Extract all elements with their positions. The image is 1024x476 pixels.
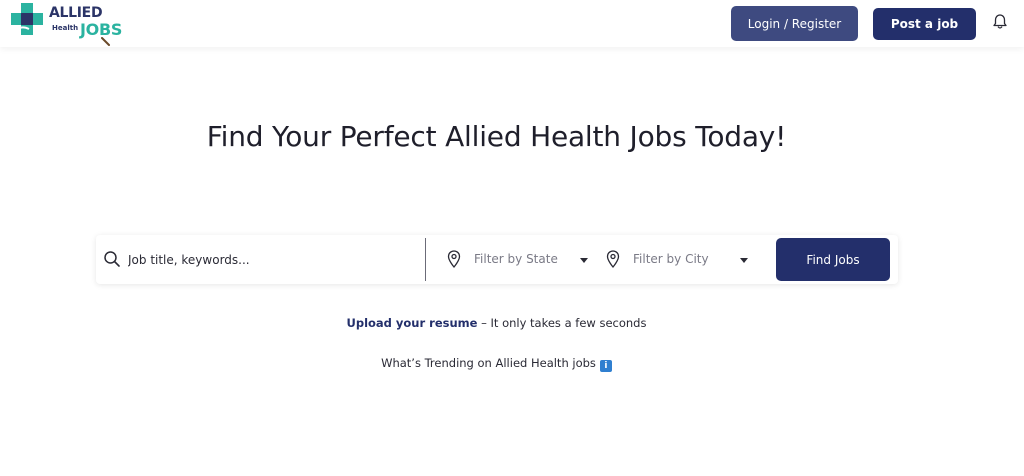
medical-cross-logo-icon [11,3,43,35]
upload-resume-line: Upload your resume – It only takes a few… [0,316,993,330]
city-filter-select[interactable]: Filter by City [633,252,709,266]
site-header: ALLIED Health JOBS Login / Register Post… [0,0,1024,47]
trending-heading: What’s Trending on Allied Health jobs i [0,356,993,372]
find-jobs-button[interactable]: Find Jobs [776,238,890,281]
upload-resume-link[interactable]: Upload your resume [347,316,478,330]
bell-icon[interactable] [991,13,1009,31]
search-icon [104,251,120,267]
location-pin-icon [606,250,620,268]
location-pin-icon [447,250,461,268]
magnifier-handle-icon [101,37,110,46]
login-register-button[interactable]: Login / Register [731,6,858,41]
caret-down-icon[interactable] [740,258,748,263]
caret-down-icon[interactable] [580,258,588,263]
keyword-search-input[interactable] [128,245,418,275]
logo-text-allied: ALLIED [49,5,103,21]
trending-text: What’s Trending on Allied Health jobs [381,356,596,370]
info-icon[interactable]: i [599,360,612,372]
page-title: Find Your Perfect Allied Health Jobs Tod… [206,120,787,153]
site-logo[interactable]: ALLIED Health JOBS [9,1,134,46]
upload-resume-note: – It only takes a few seconds [477,316,647,330]
logo-text-health: Health [52,24,79,32]
state-filter-select[interactable]: Filter by State [474,252,558,266]
post-job-button[interactable]: Post a job [873,8,976,40]
search-divider [425,238,426,281]
